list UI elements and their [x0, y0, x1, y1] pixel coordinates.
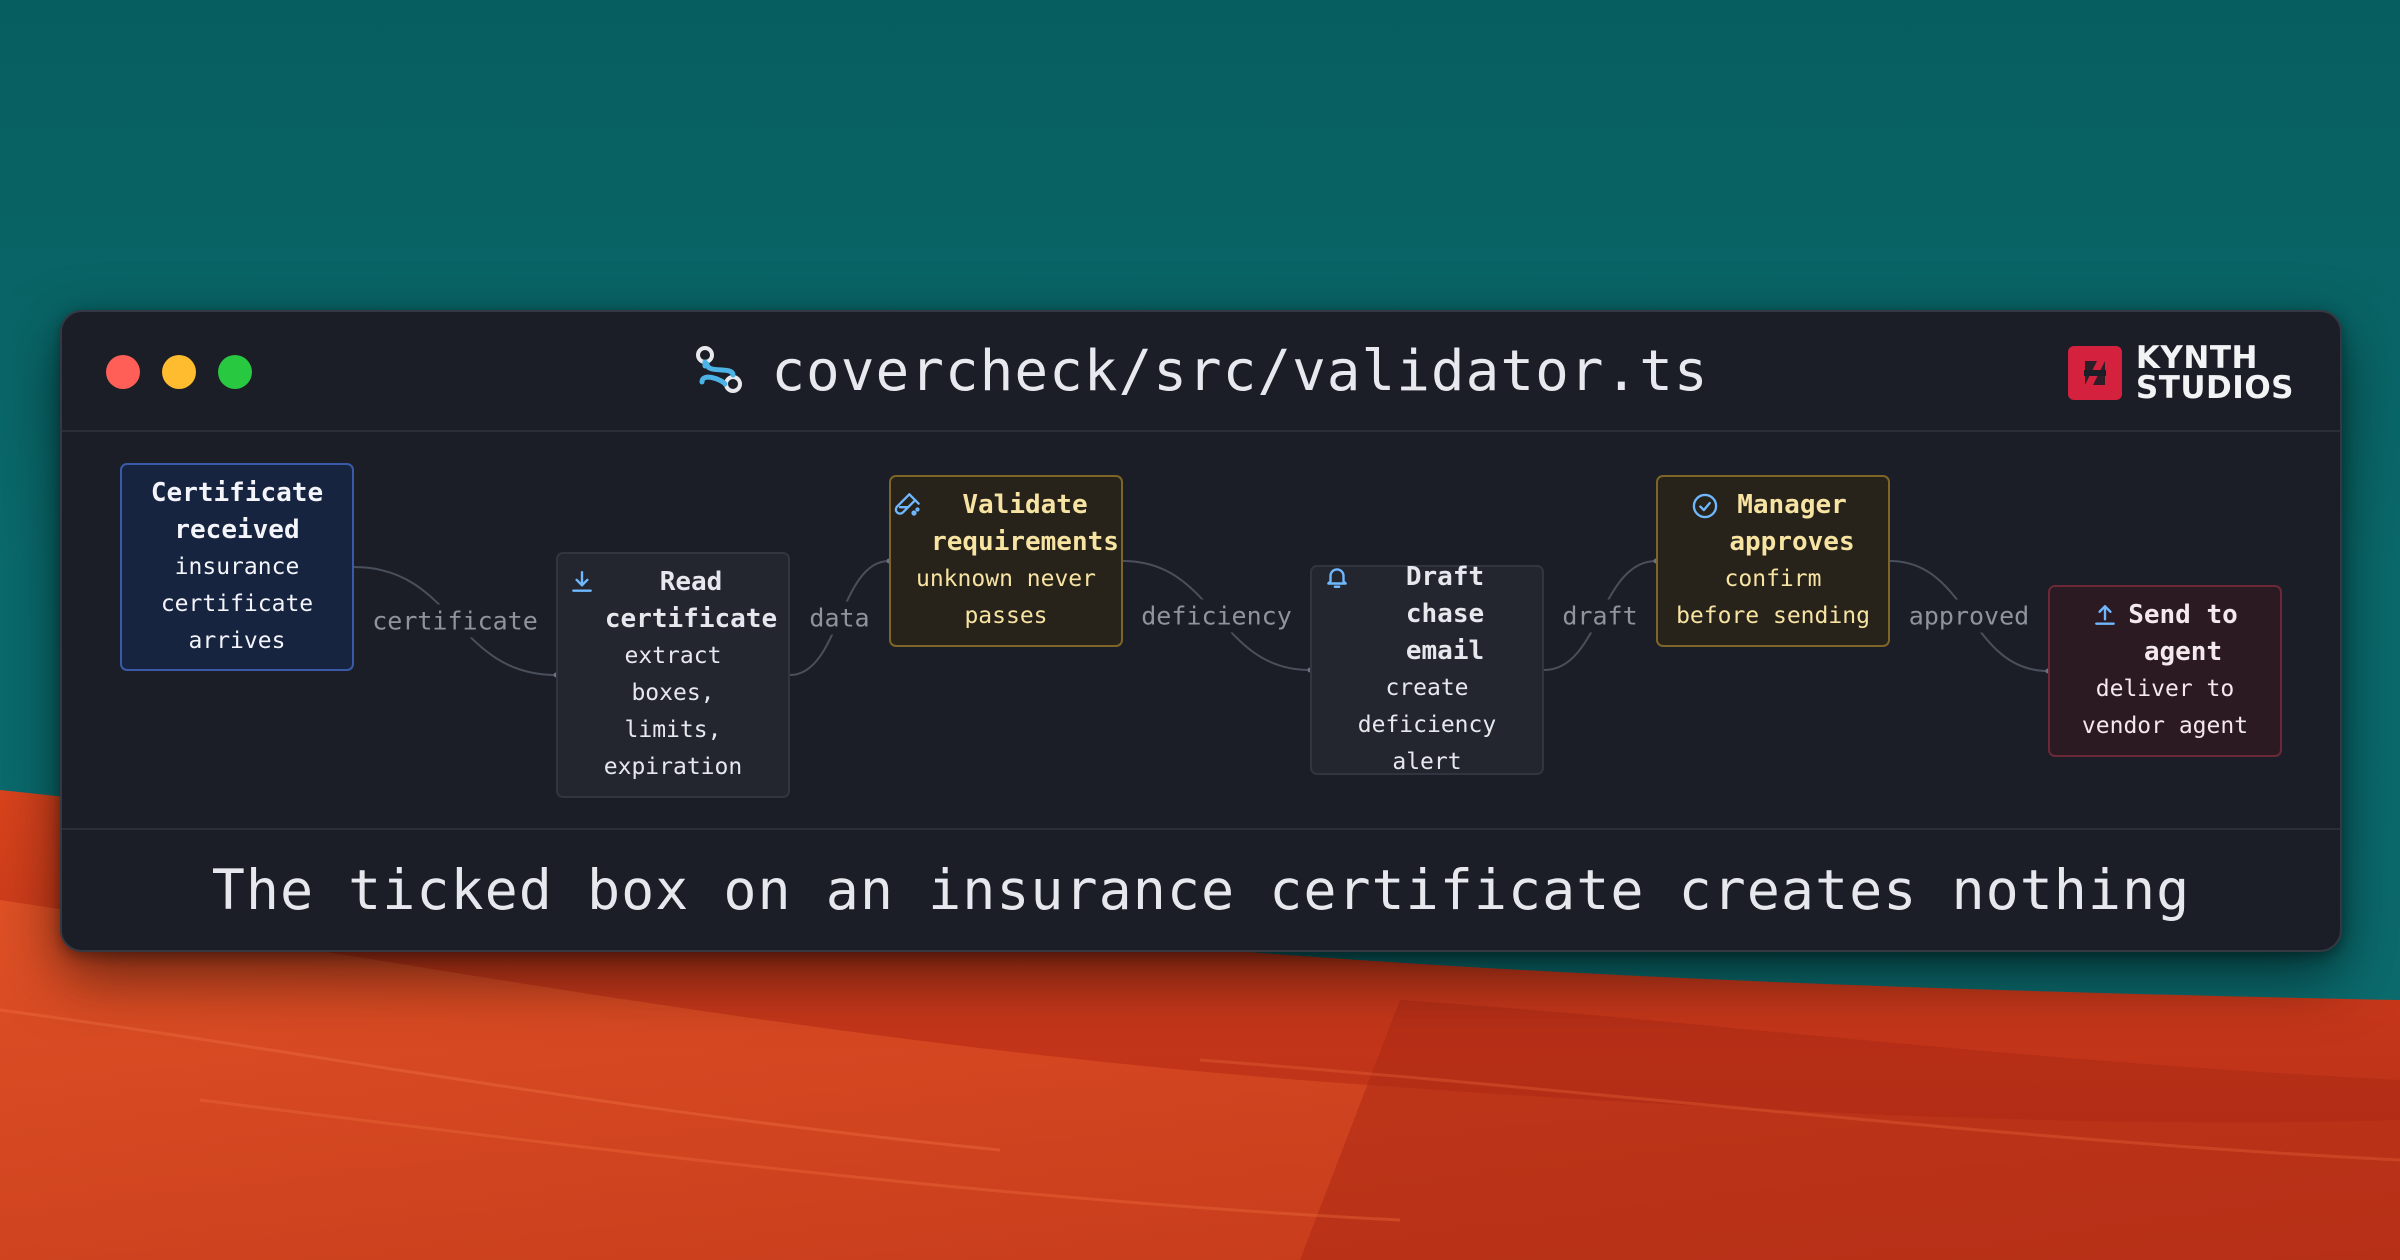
node-title-text: Send to agent	[2128, 600, 2238, 667]
node-description: confirm before sending	[1676, 566, 1870, 629]
node-title: Manager approves	[1691, 487, 1855, 561]
node-read[interactable]: Read certificate extract boxes, limits, e…	[556, 552, 790, 798]
node-description: extract boxes, limits, expiration	[603, 643, 743, 780]
route-icon	[696, 346, 743, 393]
node-received[interactable]: Certificate received insurance certificat…	[120, 463, 354, 671]
caption-text: The ticked box on an insurance certifica…	[211, 858, 2191, 922]
node-title-text: Draft chase email	[1405, 562, 1485, 666]
window-title-text: covercheck/src/validator.ts	[771, 338, 1709, 404]
brand-logo-icon	[2067, 346, 2122, 400]
edge-label-certificate: certificate	[366, 604, 544, 638]
window-title: covercheck/src/validator.ts	[62, 338, 2340, 404]
node-title: Send to agent	[2092, 597, 2238, 671]
title-bar: covercheck/src/validator.ts KYNTH STUDIO…	[62, 312, 2340, 432]
brand-name-line2: STUDIOS	[2135, 370, 2294, 406]
node-description: create deficiency alert	[1357, 675, 1497, 775]
edge-label-draft: draft	[1556, 599, 1644, 632]
edge-label-data: data	[803, 601, 876, 635]
edge-label-deficiency: deficiency	[1135, 599, 1298, 632]
test-tube-icon	[893, 492, 921, 520]
flow-diagram: Certificate received insurance certificat…	[62, 432, 2340, 828]
code-window: covercheck/src/validator.ts KYNTH STUDIO…	[60, 310, 2342, 952]
brand-name: KYNTH STUDIOS	[2135, 340, 2294, 406]
node-title-text: Certificate received	[150, 477, 324, 545]
node-title: Certificate received	[151, 475, 323, 549]
node-description: deliver to vendor agent	[2081, 676, 2249, 739]
node-title: Draft chase email	[1324, 559, 1530, 670]
node-description: insurance certificate arrives	[160, 553, 314, 654]
download-icon	[569, 569, 595, 595]
node-title-text: Manager approves	[1729, 490, 1855, 557]
check-circle-icon	[1691, 492, 1719, 520]
node-description: unknown never passes	[915, 566, 1096, 629]
caption-bar: The ticked box on an insurance certifica…	[62, 828, 2340, 950]
node-draft[interactable]: Draft chase email create deficiency alert	[1310, 562, 1544, 775]
node-approve[interactable]: Manager approves confirm before sending	[1656, 475, 1890, 647]
node-validate[interactable]: Validate requirements unknown never passe…	[889, 475, 1123, 647]
node-title-text: Read certificate	[604, 567, 778, 634]
node-send[interactable]: Send to agent deliver to vendor agent	[2048, 585, 2282, 757]
brand-name-line1: KYNTH	[2135, 340, 2258, 376]
upload-icon	[2092, 602, 2118, 628]
bell-icon	[1324, 564, 1350, 590]
node-title: Read certificate	[569, 564, 777, 638]
node-title-text: Validate requirements	[931, 490, 1119, 557]
brand: KYNTH STUDIOS	[2067, 340, 2294, 406]
edge-label-approved: approved	[1902, 599, 2036, 633]
node-title: Validate requirements	[893, 487, 1119, 561]
